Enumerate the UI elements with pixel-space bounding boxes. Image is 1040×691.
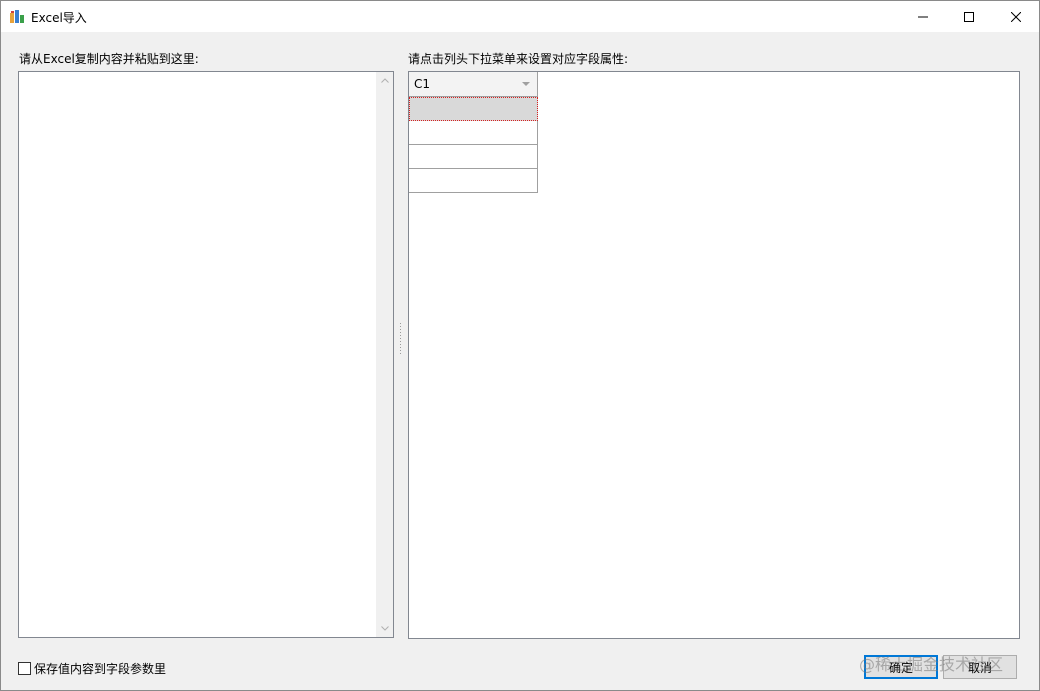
grid-row-1[interactable] [409, 97, 538, 121]
grid-row-2[interactable] [409, 121, 538, 145]
paste-textarea[interactable] [18, 71, 394, 638]
dropdown-arrow-icon[interactable] [522, 82, 530, 87]
checkbox-box[interactable] [18, 662, 31, 675]
close-button[interactable] [993, 1, 1039, 32]
watermark: @稀土掘金技术社区 [859, 655, 1004, 674]
column-mapping-grid[interactable]: C1 [408, 71, 1020, 639]
excel-import-dialog: Excel导入 请从Excel复制内容并粘贴到这里: 请点击列头下拉菜单来设置对… [0, 0, 1040, 691]
minimize-button[interactable] [900, 1, 946, 32]
grid-row-3[interactable] [409, 145, 538, 169]
title-bar[interactable]: Excel导入 [1, 1, 1039, 32]
paste-instruction-label: 请从Excel复制内容并粘贴到这里: [19, 52, 199, 66]
column-header-c1[interactable]: C1 [409, 72, 538, 97]
close-icon [1011, 11, 1021, 22]
panel-splitter[interactable] [399, 323, 403, 357]
scroll-up-button[interactable] [376, 72, 393, 89]
grid-row-4[interactable] [409, 169, 538, 193]
column-instruction-label: 请点击列头下拉菜单来设置对应字段属性: [408, 52, 629, 66]
scroll-down-button[interactable] [376, 620, 393, 637]
window-title: Excel导入 [31, 11, 87, 25]
chevron-down-icon [380, 626, 389, 631]
minimize-icon [918, 16, 928, 17]
vertical-scrollbar[interactable] [376, 72, 393, 637]
maximize-icon [964, 11, 974, 22]
chevron-up-icon [380, 78, 389, 83]
grid-column-c1: C1 [409, 72, 538, 193]
maximize-button[interactable] [946, 1, 992, 32]
column-header-label: C1 [414, 77, 431, 91]
excel-app-icon [10, 10, 24, 23]
save-to-params-checkbox[interactable]: 保存值内容到字段参数里 [18, 660, 166, 677]
save-to-params-label: 保存值内容到字段参数里 [34, 662, 167, 676]
